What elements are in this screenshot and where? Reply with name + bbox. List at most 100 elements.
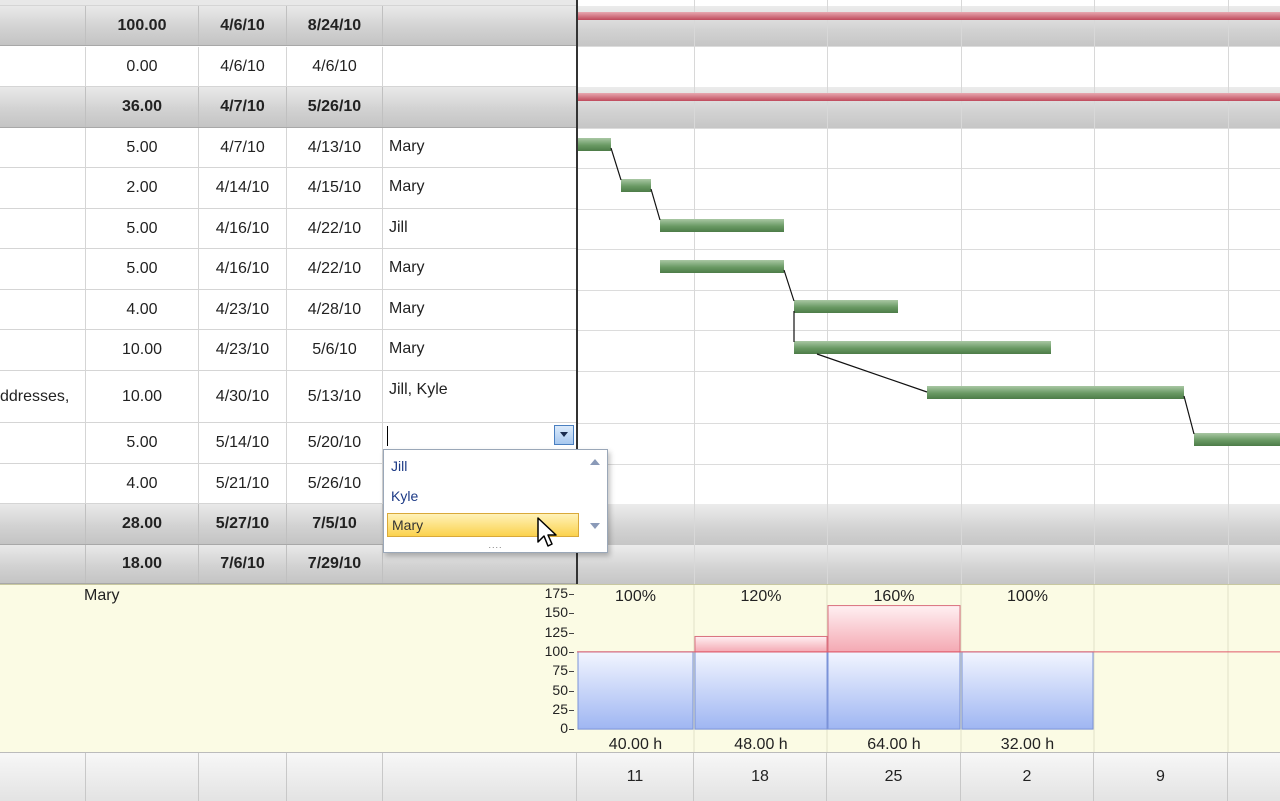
task-name-cell[interactable]: ddresses, xyxy=(0,371,86,422)
chevron-down-icon xyxy=(560,432,568,437)
summary-task-row[interactable]: 36.00 4/7/10 5/26/10 xyxy=(0,87,577,128)
y-tick-label: 150 xyxy=(544,604,568,621)
task-name-cell[interactable] xyxy=(0,504,86,544)
task-name-cell[interactable] xyxy=(0,87,86,127)
start-cell[interactable]: 4/14/10 xyxy=(199,168,287,208)
timescale: 11 18 25 2 9 xyxy=(0,752,1280,801)
finish-cell[interactable]: 4/28/10 xyxy=(287,290,383,329)
allocation-bar xyxy=(961,651,1094,730)
start-cell[interactable]: 4/30/10 xyxy=(199,371,287,422)
finish-cell[interactable]: 5/26/10 xyxy=(287,464,383,503)
start-cell[interactable]: 4/7/10 xyxy=(199,128,287,167)
timescale-label: 25 xyxy=(827,753,961,801)
resources-cell[interactable]: Mary xyxy=(383,290,577,329)
start-cell[interactable]: 4/6/10 xyxy=(199,6,287,45)
resources-cell[interactable]: Jill, Kyle xyxy=(383,371,577,422)
task-name-cell[interactable] xyxy=(0,290,86,329)
task-name-cell[interactable] xyxy=(0,6,86,45)
start-cell[interactable]: 5/21/10 xyxy=(199,464,287,503)
task-name-cell[interactable] xyxy=(0,423,86,463)
start-cell[interactable]: 5/14/10 xyxy=(199,423,287,463)
task-row[interactable]: 0.00 4/6/10 4/6/10 xyxy=(0,47,577,87)
resources-cell[interactable]: Jill xyxy=(383,209,577,248)
finish-cell[interactable]: 4/13/10 xyxy=(287,128,383,167)
resize-grip[interactable]: .... xyxy=(384,540,607,550)
task-name-cell[interactable] xyxy=(0,249,86,289)
footer-cell xyxy=(287,753,383,801)
triangle-down-icon[interactable] xyxy=(589,522,601,530)
resources-cell[interactable]: Mary xyxy=(383,330,577,370)
text-caret xyxy=(387,426,388,446)
work-cell[interactable]: 18.00 xyxy=(86,545,199,583)
start-cell[interactable]: 4/7/10 xyxy=(199,87,287,127)
option-kyle[interactable]: Kyle xyxy=(387,484,579,508)
task-name-cell[interactable] xyxy=(0,209,86,248)
option-jill[interactable]: Jill xyxy=(387,454,579,478)
finish-cell[interactable]: 5/6/10 xyxy=(287,330,383,370)
overallocation-bar xyxy=(694,635,828,653)
y-tick-label: 125 xyxy=(544,623,568,640)
work-cell[interactable]: 5.00 xyxy=(86,128,199,167)
triangle-up-icon[interactable] xyxy=(589,458,601,466)
finish-cell[interactable]: 5/20/10 xyxy=(287,423,383,463)
task-name-cell[interactable] xyxy=(0,128,86,167)
work-cell[interactable]: 10.00 xyxy=(86,371,199,422)
task-name-cell[interactable] xyxy=(0,330,86,370)
start-cell[interactable]: 5/27/10 xyxy=(199,504,287,544)
finish-cell[interactable]: 4/6/10 xyxy=(287,47,383,86)
dependency-links xyxy=(610,147,1195,435)
footer-cell xyxy=(383,753,577,801)
task-row[interactable]: 5.00 4/16/10 4/22/10 Jill xyxy=(0,209,577,249)
task-row[interactable]: ddresses, 10.00 4/30/10 5/13/10 Jill, Kyle xyxy=(0,371,577,423)
finish-cell[interactable]: 4/15/10 xyxy=(287,168,383,208)
work-cell[interactable]: 28.00 xyxy=(86,504,199,544)
work-cell[interactable]: 5.00 xyxy=(86,249,199,289)
timescale-label: 2 xyxy=(961,753,1094,801)
task-row[interactable]: 2.00 4/14/10 4/15/10 Mary xyxy=(0,168,577,209)
start-cell[interactable]: 4/16/10 xyxy=(199,209,287,248)
task-row[interactable]: 10.00 4/23/10 5/6/10 Mary xyxy=(0,330,577,371)
work-cell[interactable]: 2.00 xyxy=(86,168,199,208)
finish-cell[interactable]: 7/29/10 xyxy=(287,545,383,583)
finish-cell[interactable]: 7/5/10 xyxy=(287,504,383,544)
task-name-cell[interactable] xyxy=(0,47,86,86)
start-cell[interactable]: 4/23/10 xyxy=(199,290,287,329)
resources-cell[interactable] xyxy=(383,87,577,127)
start-cell[interactable]: 7/6/10 xyxy=(199,545,287,583)
resources-cell[interactable] xyxy=(383,47,577,86)
task-row[interactable]: 5.00 4/16/10 4/22/10 Mary xyxy=(0,249,577,290)
resources-cell[interactable] xyxy=(383,6,577,45)
percent-label: 120% xyxy=(741,588,782,605)
resource-dropdown-list[interactable]: Jill Kyle Mary .... xyxy=(383,449,608,553)
work-cell[interactable]: 36.00 xyxy=(86,87,199,127)
dropdown-button[interactable] xyxy=(554,425,574,445)
percent-label: 100% xyxy=(615,588,656,605)
task-name-cell[interactable] xyxy=(0,168,86,208)
finish-cell[interactable]: 5/13/10 xyxy=(287,371,383,422)
start-cell[interactable]: 4/16/10 xyxy=(199,249,287,289)
work-cell[interactable]: 0.00 xyxy=(86,47,199,86)
task-name-cell[interactable] xyxy=(0,545,86,583)
task-row[interactable]: 4.00 4/23/10 4/28/10 Mary xyxy=(0,290,577,330)
work-cell[interactable]: 5.00 xyxy=(86,423,199,463)
start-cell[interactable]: 4/23/10 xyxy=(199,330,287,370)
dropdown-scrollbar[interactable] xyxy=(587,452,603,532)
y-tick xyxy=(569,651,574,653)
y-tick-label: 0 xyxy=(560,720,568,737)
task-row[interactable]: 5.00 4/7/10 4/13/10 Mary xyxy=(0,128,577,168)
resources-cell[interactable]: Mary xyxy=(383,249,577,289)
work-cell[interactable]: 4.00 xyxy=(86,464,199,503)
finish-cell[interactable]: 8/24/10 xyxy=(287,6,383,45)
work-cell[interactable]: 10.00 xyxy=(86,330,199,370)
work-cell[interactable]: 5.00 xyxy=(86,209,199,248)
work-cell[interactable]: 4.00 xyxy=(86,290,199,329)
finish-cell[interactable]: 4/22/10 xyxy=(287,209,383,248)
summary-task-row[interactable]: 100.00 4/6/10 8/24/10 xyxy=(0,6,577,46)
finish-cell[interactable]: 4/22/10 xyxy=(287,249,383,289)
work-cell[interactable]: 100.00 xyxy=(86,6,199,45)
resources-cell[interactable]: Mary xyxy=(383,128,577,167)
finish-cell[interactable]: 5/26/10 xyxy=(287,87,383,127)
start-cell[interactable]: 4/6/10 xyxy=(199,47,287,86)
resources-cell[interactable]: Mary xyxy=(383,168,577,208)
task-name-cell[interactable] xyxy=(0,464,86,503)
